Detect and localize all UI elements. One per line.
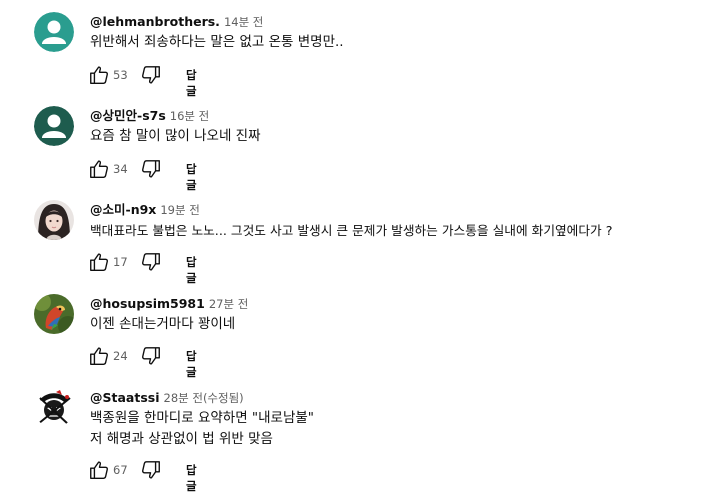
parrot-photo-icon <box>34 294 74 334</box>
comment-time[interactable]: 16분 전 <box>170 109 209 123</box>
thumbs-down-icon <box>142 347 160 365</box>
like-count: 53 <box>113 68 128 82</box>
thumbs-down-icon <box>142 66 160 84</box>
author-name[interactable]: @hosupsim5981 <box>90 296 205 311</box>
pirate-avatar-icon <box>34 388 74 428</box>
reply-button[interactable]: 답글 <box>186 348 197 380</box>
dislike-button[interactable] <box>140 158 162 180</box>
comment-text: 요즘 참 말이 많이 나오네 진짜 <box>90 126 261 147</box>
thumbs-down-icon <box>142 160 160 178</box>
like-button[interactable]: 34 <box>88 158 128 180</box>
avatar[interactable] <box>34 200 74 240</box>
default-avatar-icon <box>34 106 74 146</box>
comment-line: 백대표라도 불법은 노노... 그것도 사고 발생시 큰 문제가 발생하는 가스… <box>90 223 613 238</box>
like-count: 17 <box>113 255 128 269</box>
comment-time[interactable]: 27분 전 <box>209 297 248 311</box>
author-name[interactable]: @소미-n9x <box>90 202 156 217</box>
reply-button[interactable]: 답글 <box>186 67 197 99</box>
comment-text: 위반해서 죄송하다는 말은 없고 온통 변명만.. <box>90 32 344 53</box>
author-name[interactable]: @상민안-s7s <box>90 108 166 123</box>
like-button[interactable]: 53 <box>88 64 128 86</box>
reply-button[interactable]: 답글 <box>186 161 197 193</box>
like-button[interactable]: 17 <box>88 251 128 273</box>
comment-line: 저 해명과 상관없이 법 위반 맞음 <box>90 431 273 447</box>
avatar[interactable] <box>34 388 74 428</box>
author-name[interactable]: @Staatssi <box>90 390 160 405</box>
like-button[interactable]: 67 <box>88 459 128 481</box>
comment-time[interactable]: 28분 전(수정됨) <box>164 391 244 405</box>
like-button[interactable]: 24 <box>88 345 128 367</box>
avatar[interactable] <box>34 106 74 146</box>
like-count: 24 <box>113 349 128 363</box>
avatar[interactable] <box>34 294 74 334</box>
thumbs-up-icon <box>90 347 108 365</box>
comment-text: 이젠 손대는거마다 꽝이네 <box>90 314 235 335</box>
thumbs-down-icon <box>142 253 160 271</box>
comment-time[interactable]: 19분 전 <box>160 203 199 217</box>
comment-header: @hosupsim5981 27분 전 <box>90 294 248 312</box>
comment-header: @lehmanbrothers. 14분 전 <box>90 12 263 30</box>
dislike-button[interactable] <box>140 459 162 481</box>
thumbs-up-icon <box>90 160 108 178</box>
author-name[interactable]: @lehmanbrothers. <box>90 14 220 29</box>
like-count: 34 <box>113 162 128 176</box>
dislike-button[interactable] <box>140 251 162 273</box>
reply-button[interactable]: 답글 <box>186 462 197 494</box>
comment-time[interactable]: 14분 전 <box>224 15 263 29</box>
comment-header: @Staatssi 28분 전(수정됨) <box>90 388 244 406</box>
thumbs-up-icon <box>90 461 108 479</box>
comment-header: @상민안-s7s 16분 전 <box>90 106 209 124</box>
default-avatar-icon <box>34 12 74 52</box>
avatar[interactable] <box>34 12 74 52</box>
comment-line: 요즘 참 말이 많이 나오네 진짜 <box>90 128 261 144</box>
like-count: 67 <box>113 463 128 477</box>
thumbs-up-icon <box>90 66 108 84</box>
comment-header: @소미-n9x 19분 전 <box>90 200 200 218</box>
comment-line: 이젠 손대는거마다 꽝이네 <box>90 316 236 332</box>
thumbs-up-icon <box>90 253 108 271</box>
profile-photo-icon <box>34 200 74 240</box>
comment-line: 위반해서 죄송하다는 말은 없고 온통 변명만.. <box>90 34 344 50</box>
reply-button[interactable]: 답글 <box>186 254 197 286</box>
dislike-button[interactable] <box>140 64 162 86</box>
comment-text: 백대표라도 불법은 노노... 그것도 사고 발생시 큰 문제가 발생하는 가스… <box>90 220 612 241</box>
dislike-button[interactable] <box>140 345 162 367</box>
thumbs-down-icon <box>142 461 160 479</box>
comment-text: 백종원을 한마디로 요약하면 "내로남불" 저 해명과 상관없이 법 위반 맞음 <box>90 408 314 450</box>
comment-line: 백종원을 한마디로 요약하면 "내로남불" <box>90 410 315 426</box>
